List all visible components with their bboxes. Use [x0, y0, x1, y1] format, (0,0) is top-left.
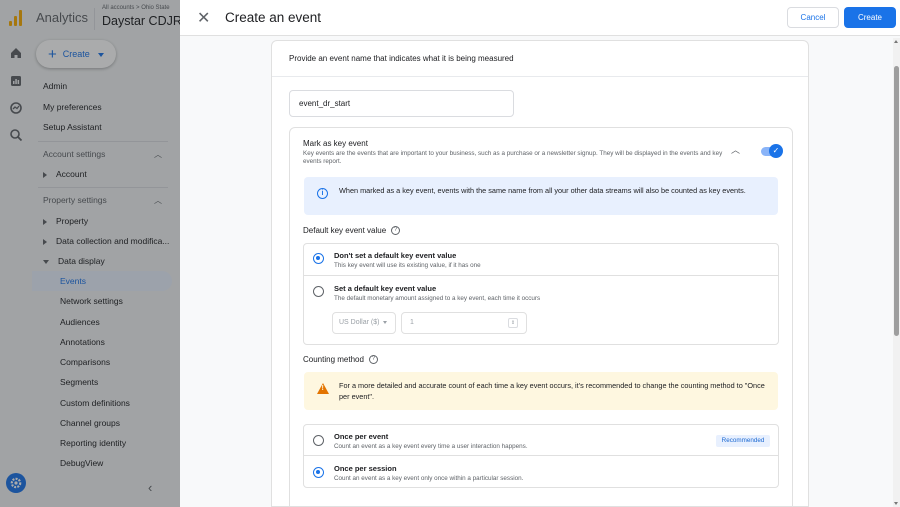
stepper-icon[interactable]: ⇕	[508, 318, 518, 328]
create-button[interactable]: Create	[844, 7, 896, 28]
option-title: Once per event	[334, 432, 389, 441]
option-once-per-session[interactable]: Once per session Count an event as a key…	[304, 457, 778, 488]
option-title: Once per session	[334, 464, 397, 473]
key-event-description: Key events are the events that are impor…	[303, 150, 723, 165]
close-icon[interactable]: ✕	[197, 8, 210, 28]
radio-set-default[interactable]	[313, 286, 324, 297]
value-input[interactable]: 1 ⇕	[401, 312, 527, 334]
check-icon: ✓	[769, 144, 783, 158]
event-name-input[interactable]	[289, 90, 514, 117]
option-title: Set a default key event value	[334, 284, 437, 293]
card-heading: Provide an event name that indicates wha…	[272, 41, 808, 77]
option-title: Don't set a default key event value	[334, 251, 457, 260]
key-event-section: Mark as key event Key events are the eve…	[289, 127, 793, 506]
analytics-app: Analytics + Create Admin My preferences S…	[0, 0, 900, 507]
scrollbar[interactable]	[893, 38, 900, 507]
info-banner: i When marked as a key event, events wit…	[304, 177, 778, 215]
option-set-default[interactable]: Set a default key event value The defaul…	[304, 277, 778, 345]
info-icon: i	[317, 188, 328, 199]
option-description: Count an event as a key event only once …	[334, 475, 524, 482]
scrollbar-thumb[interactable]	[894, 66, 899, 336]
panel-header: ✕ Create an event Cancel Create	[180, 0, 900, 36]
currency-select[interactable]: US Dollar ($)	[332, 312, 396, 334]
recommended-badge: Recommended	[716, 435, 770, 447]
chevron-up-icon[interactable]: ︿	[731, 143, 740, 156]
help-icon[interactable]: ?	[391, 226, 401, 236]
option-description: The default monetary amount assigned to …	[334, 295, 541, 302]
info-text: When marked as a key event, events with …	[339, 186, 746, 195]
option-once-per-event[interactable]: Once per event Count an event as a key e…	[304, 425, 778, 456]
radio-once-per-session[interactable]	[313, 467, 324, 478]
option-no-default[interactable]: Don't set a default key event value This…	[304, 244, 778, 276]
warning-banner: ! For a more detailed and accurate count…	[304, 372, 778, 410]
default-value-options: Don't set a default key event value This…	[303, 243, 779, 345]
event-config-card: Provide an event name that indicates wha…	[271, 40, 809, 507]
option-description: This key event will use its existing val…	[334, 262, 481, 269]
warning-icon: !	[317, 383, 329, 394]
key-event-title: Mark as key event	[303, 139, 368, 148]
scroll-down-icon[interactable]	[894, 502, 898, 505]
cancel-button[interactable]: Cancel	[787, 7, 839, 28]
help-icon[interactable]: ?	[368, 355, 378, 365]
counting-method-label: Counting method?	[303, 355, 378, 365]
radio-once-per-event[interactable]	[313, 435, 324, 446]
scroll-up-icon[interactable]	[894, 40, 898, 43]
radio-no-default[interactable]	[313, 253, 324, 264]
option-description: Count an event as a key event every time…	[334, 443, 528, 450]
panel-title: Create an event	[225, 10, 322, 25]
warning-text: For a more detailed and accurate count o…	[339, 381, 765, 401]
chevron-down-icon	[383, 320, 388, 324]
default-value-label: Default key event value?	[303, 226, 401, 236]
key-event-toggle[interactable]: ✓	[761, 144, 783, 158]
counting-method-options: Once per event Count an event as a key e…	[303, 424, 779, 488]
modal-scrim[interactable]	[0, 0, 180, 507]
create-event-panel: ✕ Create an event Cancel Create Provide …	[180, 0, 900, 507]
